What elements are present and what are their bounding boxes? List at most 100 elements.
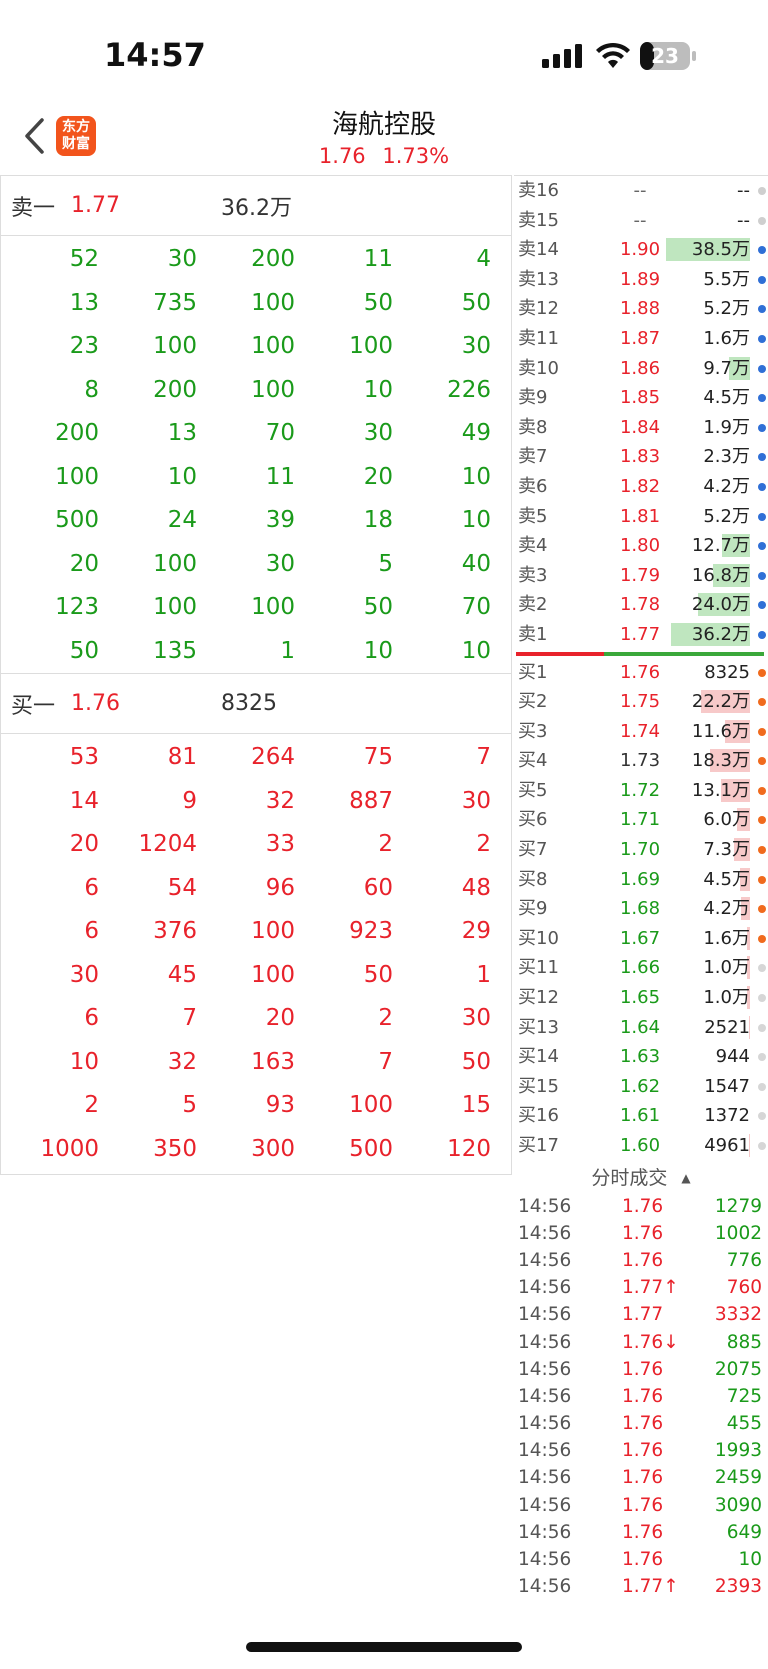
tick-volume: 1993 [714, 1440, 762, 1462]
queue-cell: 45 [167, 961, 197, 988]
depth-price: 1.66 [619, 957, 661, 979]
ask-row[interactable]: 卖15 -- -- [514, 206, 768, 236]
ask-row[interactable]: 卖16 -- -- [514, 176, 768, 206]
ticks-header[interactable]: 分时成交 ▲ [514, 1163, 768, 1193]
queue-cell: 10 [461, 637, 491, 664]
depth-label: 卖12 [518, 298, 559, 320]
ask-row[interactable]: 卖12 1.88 5.2万 [514, 294, 768, 324]
depth-label: 买1 [518, 661, 548, 683]
depth-label: 买4 [518, 750, 548, 772]
depth-label: 买10 [518, 927, 559, 949]
depth-price: 1.71 [619, 809, 661, 831]
depth-volume: 5.5万 [703, 268, 750, 290]
ask-row[interactable]: 卖2 1.78 24.0万 [514, 590, 768, 620]
ask-row[interactable]: 卖13 1.89 5.5万 [514, 265, 768, 295]
bid-row[interactable]: 买16 1.61 1372 [514, 1101, 768, 1131]
collapse-arrow-icon[interactable]: ▲ [681, 1171, 690, 1185]
depth-dot-icon [758, 698, 766, 707]
tick-price: 1.76 [622, 1521, 664, 1543]
depth-volume: 7.3万 [703, 839, 750, 861]
queue-cell: 100 [251, 289, 295, 316]
queue-cell: 2 [476, 831, 491, 857]
bid-row[interactable]: 买9 1.68 4.2万 [514, 894, 768, 924]
tick-volume: 776 [726, 1249, 762, 1271]
depth-price: 1.81 [619, 505, 661, 527]
queue-cell: 30 [461, 1005, 491, 1031]
depth-price: 1.89 [619, 268, 661, 290]
depth-dot-icon [758, 757, 766, 766]
bid-row[interactable]: 买14 1.63 944 [514, 1042, 768, 1072]
bid-row[interactable]: 买7 1.70 7.3万 [514, 835, 768, 865]
depth-dot-icon [758, 630, 766, 639]
depth-volume: 18.3万 [691, 750, 750, 772]
bid-row[interactable]: 买5 1.72 13.1万 [514, 776, 768, 806]
ask-row[interactable]: 卖4 1.80 12.7万 [514, 531, 768, 561]
cellular-signal-icon [542, 44, 582, 68]
depth-dot-icon [758, 334, 766, 343]
queue-cell: 887 [349, 787, 393, 814]
queue-cell: 23 [69, 333, 99, 359]
ask-row[interactable]: 卖10 1.86 9.7万 [514, 354, 768, 384]
ask-row[interactable]: 卖6 1.82 4.2万 [514, 472, 768, 502]
ask-row[interactable]: 卖5 1.81 5.2万 [514, 502, 768, 532]
bid-row[interactable]: 买10 1.67 1.6万 [514, 924, 768, 954]
ask-row[interactable]: 卖7 1.83 2.3万 [514, 442, 768, 472]
depth-price: 1.63 [619, 1046, 661, 1068]
depth-volume: 9.7万 [703, 357, 750, 379]
depth-dot-icon [758, 216, 766, 225]
home-indicator[interactable] [246, 1642, 522, 1652]
queue-cell: 32 [265, 787, 295, 814]
depth-price: 1.72 [619, 779, 661, 801]
queue-cell: 5 [378, 550, 393, 577]
tick-time: 14:56 [518, 1467, 572, 1489]
queue-cell: 60 [363, 874, 393, 901]
bid-row[interactable]: 买3 1.74 11.6万 [514, 717, 768, 747]
tick-volume: 1279 [714, 1195, 762, 1217]
tick-volume: 3332 [714, 1304, 762, 1326]
ask-row[interactable]: 卖9 1.85 4.5万 [514, 383, 768, 413]
ask-row[interactable]: 卖1 1.77 36.2万 [514, 620, 768, 650]
tick-row: 14:56 1.77↑ 2393 [514, 1573, 768, 1600]
bid-row[interactable]: 买1 1.76 8325 [514, 658, 768, 688]
bid-row[interactable]: 买15 1.62 1547 [514, 1072, 768, 1102]
queue-cell: 264 [251, 744, 295, 770]
depth-panel: 卖16 -- -- 卖15 -- -- 卖14 1.90 38.5万 卖13 1.89 5.5万 卖12… [514, 175, 768, 1615]
queue-cell: 10 [461, 463, 491, 490]
bid-row[interactable]: 买4 1.73 18.3万 [514, 746, 768, 776]
depth-dot-icon [758, 1142, 766, 1150]
bid-row[interactable]: 买13 1.64 2521 [514, 1013, 768, 1043]
queue-cell: 30 [363, 420, 393, 446]
depth-label: 买2 [518, 691, 548, 713]
queue-cell: 1 [280, 637, 295, 664]
bid-row[interactable]: 买17 1.60 4961 [514, 1131, 768, 1161]
queue-row: 52 30 200 11 4 [1, 238, 511, 282]
ask-row[interactable]: 卖8 1.84 1.9万 [514, 413, 768, 443]
tick-volume: 2459 [714, 1467, 762, 1489]
tick-row: 14:56 1.76 1993 [514, 1437, 768, 1464]
queue-cell: 50 [363, 961, 393, 988]
tick-volume: 2393 [714, 1576, 762, 1598]
buy-one-price: 1.76 [71, 691, 120, 716]
bid-row[interactable]: 买6 1.71 6.0万 [514, 805, 768, 835]
depth-dot-icon [758, 364, 766, 373]
depth-volume: 38.5万 [691, 239, 750, 261]
depth-volume: -- [737, 180, 750, 201]
depth-volume: 1.0万 [703, 987, 750, 1009]
queue-cell: 500 [55, 507, 99, 533]
bid-row[interactable]: 买2 1.75 22.2万 [514, 687, 768, 717]
ask-row[interactable]: 卖14 1.90 38.5万 [514, 235, 768, 265]
depth-label: 卖1 [518, 623, 548, 645]
bid-row[interactable]: 买12 1.65 1.0万 [514, 983, 768, 1013]
ask-row[interactable]: 卖3 1.79 16.8万 [514, 561, 768, 591]
bid-row[interactable]: 买8 1.69 4.5万 [514, 865, 768, 895]
depth-price: 1.77 [619, 623, 661, 645]
queue-cell: 50 [363, 289, 393, 316]
ask-row[interactable]: 卖11 1.87 1.6万 [514, 324, 768, 354]
tick-price: 1.76↓ [622, 1331, 679, 1353]
depth-volume: 4.5万 [703, 868, 750, 890]
sell-one-header: 卖一 1.77 36.2万 [1, 176, 511, 236]
depth-dot-icon [758, 816, 766, 825]
depth-label: 卖13 [518, 268, 559, 290]
bid-row[interactable]: 买11 1.66 1.0万 [514, 953, 768, 983]
tick-row: 14:56 1.77↑ 760 [514, 1274, 768, 1301]
